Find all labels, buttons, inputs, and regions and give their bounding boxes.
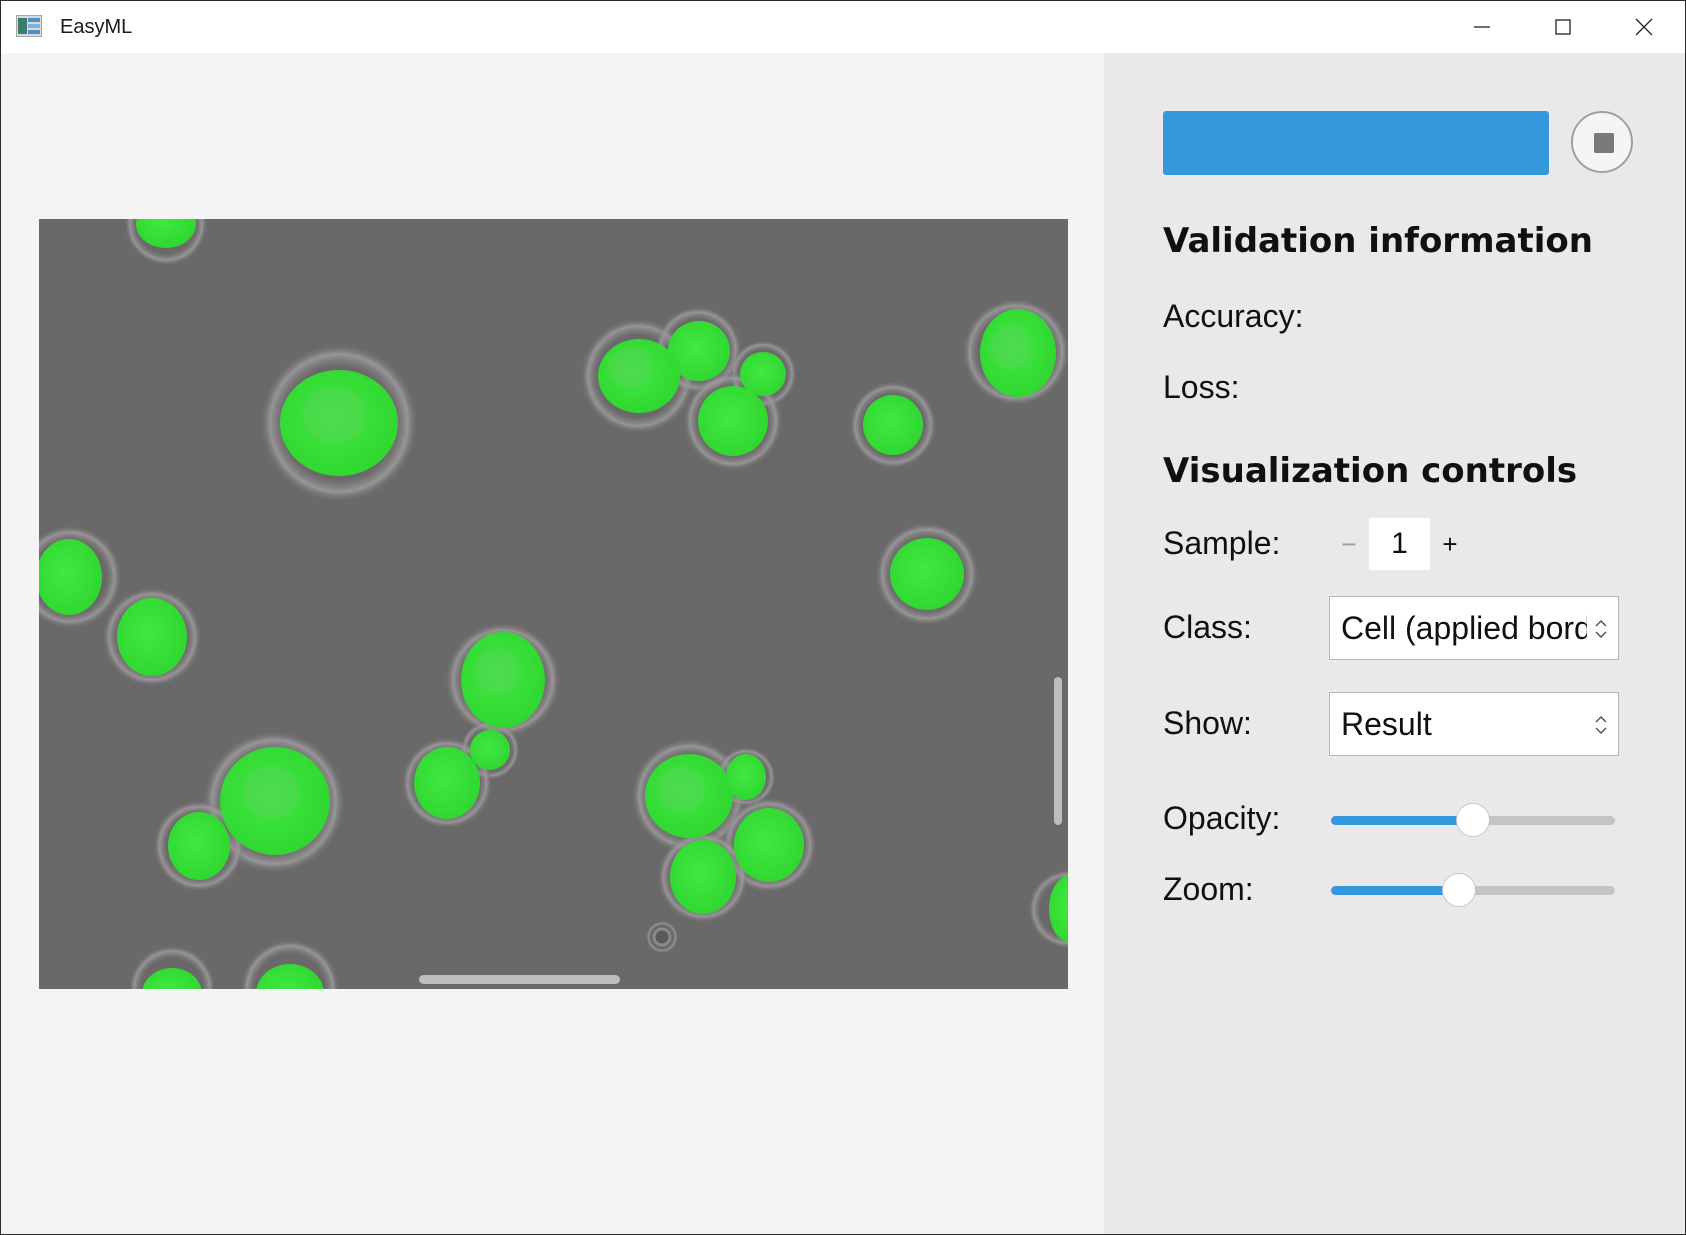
show-select[interactable]: Result — [1329, 692, 1619, 756]
opacity-label: Opacity: — [1163, 800, 1281, 836]
class-select[interactable]: Cell (applied border) — [1329, 596, 1619, 660]
updown-chevron-icon — [1595, 619, 1607, 639]
stop-button[interactable] — [1571, 111, 1633, 173]
segmented-cells-image — [39, 219, 1068, 989]
sample-increment-button[interactable]: + — [1430, 518, 1470, 570]
app-window: EasyML Validation information Accuracy: … — [0, 0, 1686, 1235]
horizontal-scrollbar[interactable] — [419, 975, 620, 984]
show-label: Show: — [1163, 705, 1252, 741]
maximize-icon — [1555, 19, 1571, 35]
validation-heading: Validation information — [1163, 221, 1593, 261]
control-panel: Validation information Accuracy: Loss: V… — [1104, 53, 1685, 1234]
show-select-value: Result — [1341, 706, 1432, 742]
close-button[interactable] — [1604, 1, 1684, 53]
zoom-slider-fill — [1331, 886, 1459, 895]
sample-label: Sample: — [1163, 525, 1281, 561]
vertical-scrollbar[interactable] — [1054, 677, 1062, 825]
sample-stepper: − 1 + — [1329, 518, 1470, 570]
opacity-slider[interactable] — [1329, 801, 1617, 841]
image-viewer[interactable] — [39, 219, 1068, 989]
opacity-slider-handle[interactable] — [1456, 803, 1490, 837]
opacity-slider-fill — [1331, 816, 1473, 825]
updown-chevron-icon — [1595, 715, 1607, 735]
zoom-slider-handle[interactable] — [1441, 873, 1476, 907]
class-select-value: Cell (applied border) — [1341, 610, 1587, 646]
app-icon — [16, 15, 42, 37]
sample-decrement-button[interactable]: − — [1329, 518, 1369, 570]
loss-label: Loss: — [1163, 369, 1240, 405]
accuracy-label: Accuracy: — [1163, 298, 1304, 334]
zoom-label: Zoom: — [1163, 871, 1254, 907]
stop-icon — [1594, 133, 1614, 153]
image-area — [1, 53, 1104, 1234]
sample-value-field[interactable]: 1 — [1369, 518, 1430, 570]
training-progress-bar — [1163, 111, 1549, 175]
minimize-icon — [1474, 26, 1490, 28]
close-icon — [1635, 18, 1653, 36]
window-title: EasyML — [60, 16, 133, 38]
zoom-slider[interactable] — [1329, 871, 1617, 911]
class-label: Class: — [1163, 609, 1252, 645]
maximize-button[interactable] — [1523, 1, 1603, 53]
title-bar[interactable]: EasyML — [1, 1, 1685, 53]
visualization-heading: Visualization controls — [1163, 451, 1578, 491]
minimize-button[interactable] — [1442, 1, 1522, 53]
